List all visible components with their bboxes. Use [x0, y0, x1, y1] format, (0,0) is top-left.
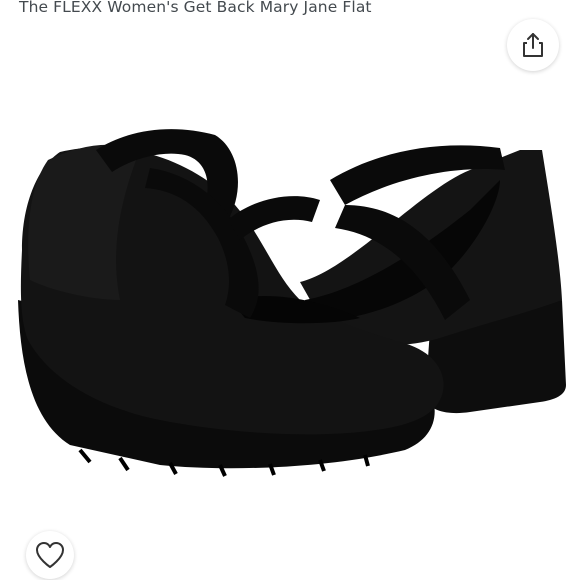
product-title: The FLEXX Women's Get Back Mary Jane Fla… [19, 0, 372, 16]
heart-outline-icon [36, 542, 64, 568]
like-button[interactable] [26, 531, 74, 579]
share-button[interactable] [507, 19, 559, 71]
share-icon [523, 33, 543, 57]
product-image [0, 22, 580, 580]
title-bar: The FLEXX Women's Get Back Mary Jane Fla… [0, 0, 580, 22]
